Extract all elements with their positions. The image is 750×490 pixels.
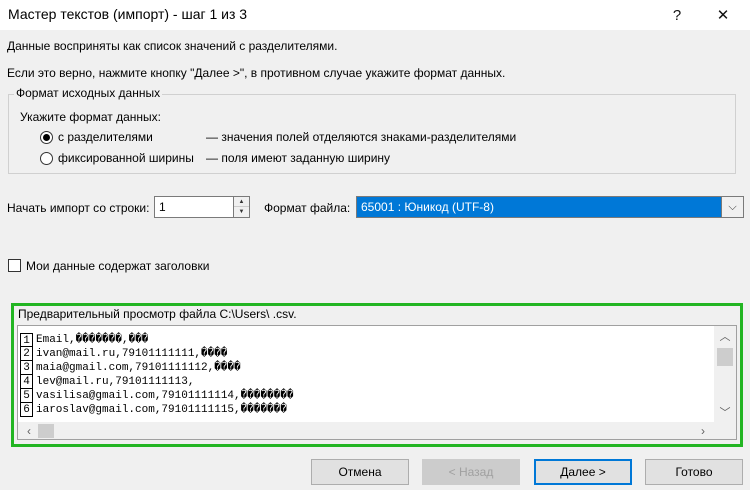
intro-line-1: Данные восприняты как список значений с … [7,39,338,53]
preview-row-number: 4 [20,375,33,389]
back-button[interactable]: < Назад [422,459,520,485]
source-format-legend: Формат исходных данных [14,86,163,100]
close-icon: ✕ [716,7,730,24]
delimited-radio-label[interactable]: с разделителями [58,130,153,144]
preview-row-text: ivan@mail.ru,79101111111,���� [36,348,228,360]
title-bar: Мастер текстов (импорт) - шаг 1 из 3 ? ✕ [0,0,750,30]
preview-row-text: Email,�������,��� [36,334,149,346]
preview-row: 5 vasilisa@gmail.com,79101111114,�������… [18,389,712,403]
scroll-down-icon[interactable]: ﹀ [714,404,736,420]
preview-row: 1 Email,�������,��� [18,333,712,347]
spin-up-icon[interactable]: ▲ [234,197,249,207]
preview-vertical-scrollbar[interactable]: ︿ ﹀ [714,326,736,422]
delimited-radio[interactable] [40,131,53,144]
vertical-scroll-thumb[interactable] [717,348,733,366]
chevron-down-icon[interactable]: ⌵ [722,196,744,218]
intro-line-2: Если это верно, нажмите кнопку "Далее >"… [7,66,506,80]
scroll-left-icon[interactable]: ‹ [20,422,38,439]
wizard-dialog: Данные восприняты как список значений с … [0,30,750,490]
spin-down-icon[interactable]: ▼ [234,207,249,217]
finish-button[interactable]: Готово [645,459,743,485]
close-button[interactable]: ✕ [700,0,746,30]
preview-row-number: 1 [20,333,33,347]
preview-row-text: maia@gmail.com,79101111112,���� [36,362,241,374]
cancel-button[interactable]: Отмена [311,459,409,485]
preview-pane[interactable]: 1 Email,�������,��� 2 ivan@mail.ru,79101… [17,325,737,440]
preview-row: 2 ivan@mail.ru,79101111111,���� [18,347,712,361]
scroll-up-icon[interactable]: ︿ [714,328,736,344]
help-icon: ? [672,6,682,24]
fixed-width-radio[interactable] [40,152,53,165]
preview-label: Предварительный просмотр файла C:\Users\… [18,307,297,321]
preview-row: 6 iaroslav@gmail.com,79101111115,������� [18,403,712,417]
scroll-right-icon[interactable]: › [694,422,712,439]
delimited-description: — значения полей отделяются знаками-разд… [206,130,517,144]
horizontal-scroll-thumb[interactable] [38,424,54,438]
preview-row-text: lev@mail.ru,79101111113, [36,376,195,388]
start-row-spinner: ▲ ▼ [234,196,250,218]
preview-horizontal-scrollbar[interactable]: ‹ › [18,422,714,439]
start-row-label: Начать импорт со строки: [7,201,150,215]
preview-row-text: iaroslav@gmail.com,79101111115,������� [36,404,287,416]
fixed-width-description: — поля имеют заданную ширину [206,151,391,165]
help-button[interactable]: ? [654,0,700,30]
preview-row: 4 lev@mail.ru,79101111113, [18,375,712,389]
file-format-label: Формат файла: [264,201,351,215]
scrollbar-corner [714,422,736,439]
start-row-input[interactable] [154,196,234,218]
headers-checkbox-label[interactable]: Мои данные содержат заголовки [26,259,209,273]
preview-row-number: 3 [20,361,33,375]
next-button[interactable]: Далее > [534,459,632,485]
fixed-width-radio-label[interactable]: фиксированной ширины [58,151,194,165]
file-format-select[interactable]: 65001 : Юникод (UTF-8) [356,196,722,218]
preview-row-number: 2 [20,347,33,361]
preview-row-number: 6 [20,403,33,417]
source-format-prompt: Укажите формат данных: [20,110,161,124]
window-title: Мастер текстов (импорт) - шаг 1 из 3 [8,6,248,22]
headers-checkbox[interactable] [8,259,21,272]
preview-row: 3 maia@gmail.com,79101111112,���� [18,361,712,375]
preview-row-text: vasilisa@gmail.com,79101111114,�������� [36,390,294,402]
preview-row-number: 5 [20,389,33,403]
preview-rows: 1 Email,�������,��� 2 ivan@mail.ru,79101… [18,333,712,417]
